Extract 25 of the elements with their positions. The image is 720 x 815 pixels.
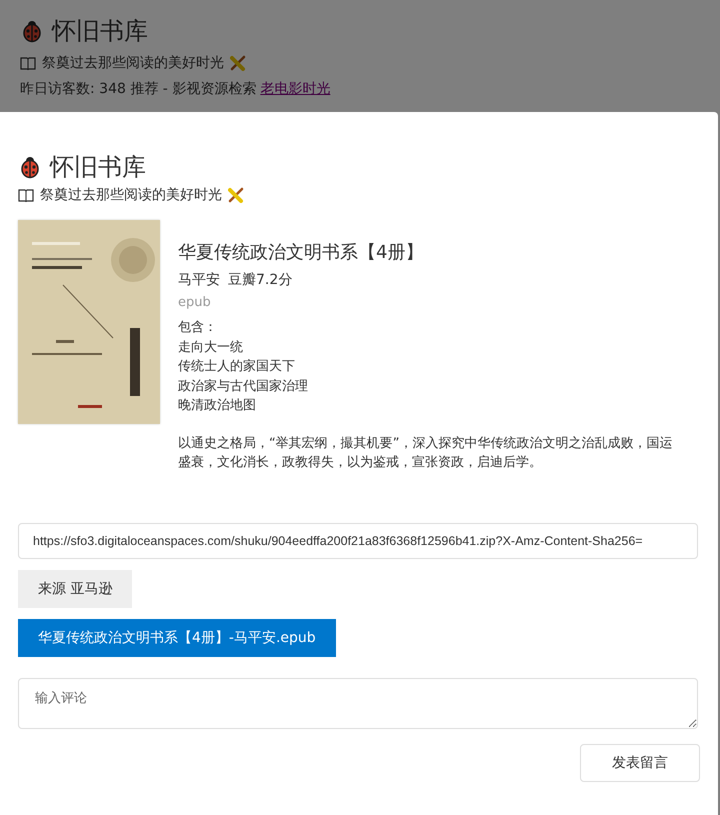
tagline: 祭奠过去那些阅读的美好时光 bbox=[40, 186, 222, 205]
source-button[interactable]: 来源 亚马逊 bbox=[18, 570, 132, 608]
book-icon bbox=[20, 56, 36, 70]
crossed-sticks-icon bbox=[228, 187, 244, 203]
site-title: 怀旧书库 bbox=[52, 16, 148, 47]
url-field[interactable]: https://sfo3.digitaloceanspaces.com/shuku/904eedffa200f21a83f6368f12596b41.zip?X-Amz-Content-Sha256= bbox=[18, 522, 698, 558]
book-author: 马平安 bbox=[178, 271, 220, 290]
submit-button[interactable]: 发表留言 bbox=[580, 744, 700, 782]
tagline: 祭奠过去那些阅读的美好时光 bbox=[42, 54, 224, 73]
book-icon bbox=[18, 188, 34, 202]
visitor-count: 昨日访客数: 348 推荐 - 影视资源检索 bbox=[20, 80, 256, 99]
crossed-sticks-icon bbox=[230, 55, 246, 71]
contents-label: 包含： bbox=[178, 319, 218, 337]
book-title: 华夏传统政治文明书系【4册】 bbox=[178, 241, 424, 265]
volume-title: 走向大一统 bbox=[178, 338, 244, 356]
volume-title: 晚清政治地图 bbox=[178, 397, 257, 415]
book-rating: 豆瓣7.2分 bbox=[228, 271, 292, 290]
book-description: 以通史之格局，“举其宏纲，撮其机要”，深入探究中华传统政治文明之治乱成败，国运盛衰，文化消长，政教得失，以为鉴戒，宣张资政，启迪后学。 bbox=[178, 434, 674, 472]
volume-title: 政治家与古代国家治理 bbox=[178, 378, 309, 396]
movie-link[interactable]: 老电影时光 bbox=[260, 78, 330, 100]
volume-title: 传统士人的家国天下 bbox=[178, 358, 296, 376]
download-button[interactable]: 华夏传统政治文明书系【4册】-马平安.epub bbox=[18, 618, 336, 656]
comment-field[interactable]: 输入评论 bbox=[18, 678, 698, 728]
book-format: epub bbox=[178, 294, 212, 312]
dialog-title: 怀旧书库 bbox=[50, 152, 146, 183]
